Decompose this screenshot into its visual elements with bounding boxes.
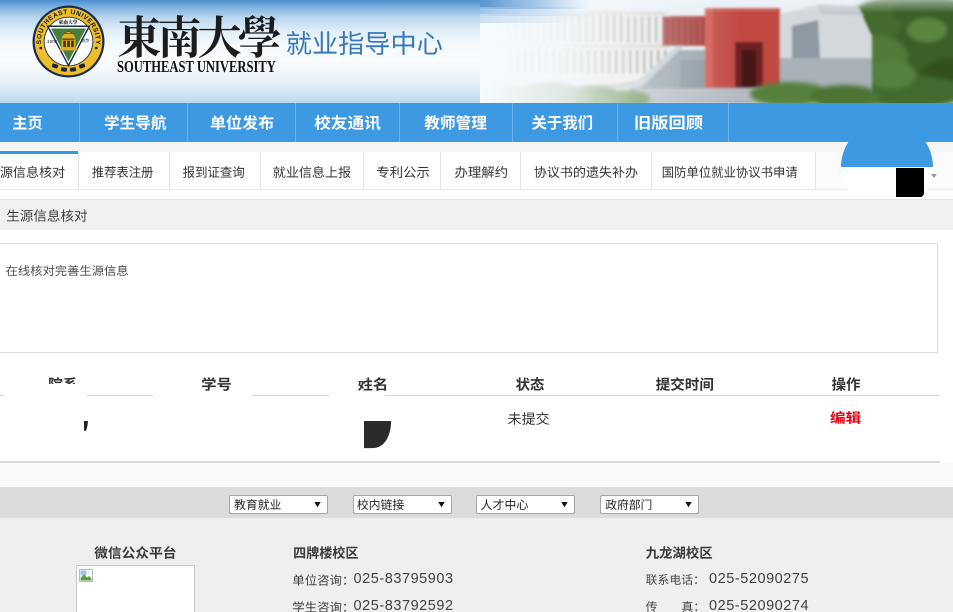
svg-text:1902: 1902 — [47, 39, 58, 44]
